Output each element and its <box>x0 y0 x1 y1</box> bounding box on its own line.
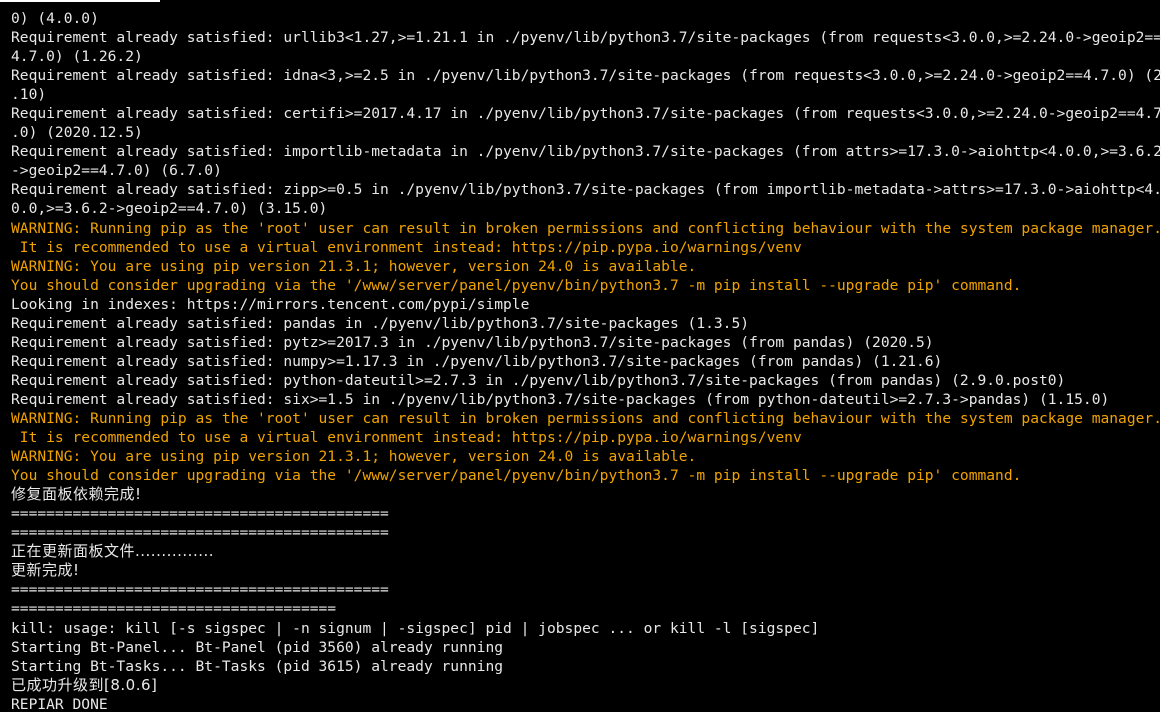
terminal-line: 正在更新面板文件............... <box>11 542 215 561</box>
terminal-line: Requirement already satisfied: six>=1.5 … <box>11 390 1110 408</box>
terminal-line: Requirement already satisfied: certifi>=… <box>11 105 1161 123</box>
terminal-line: Requirement already satisfied: pytz>=201… <box>11 333 934 351</box>
terminal-line: ========================================… <box>11 505 389 523</box>
terminal-line: Starting Bt-Tasks... Bt-Tasks (pid 3615)… <box>11 657 504 675</box>
terminal-warning-line: WARNING: You are using pip version 21.3.… <box>11 448 697 466</box>
terminal-warning-line: WARNING: Running pip as the 'root' user … <box>11 409 1161 427</box>
terminal-output: 0) (4.0.0) Requirement already satisfied:… <box>11 9 1161 712</box>
terminal-line: ===================================== <box>11 600 337 618</box>
terminal-line: 已成功升级到[8.0.6] <box>11 675 158 694</box>
terminal-warning-line: It is recommended to use a virtual envir… <box>11 429 802 447</box>
terminal-line: 修复面板依赖完成! <box>11 485 142 504</box>
terminal-line: ========================================… <box>11 524 389 542</box>
terminal-line: Looking in indexes: https://mirrors.tenc… <box>11 295 530 313</box>
terminal-window[interactable]: 0) (4.0.0) Requirement already satisfied:… <box>0 0 1162 712</box>
terminal-line: .10) <box>11 86 47 104</box>
terminal-line: .0) (2020.12.5) <box>11 124 143 142</box>
terminal-line: Requirement already satisfied: idna<3,>=… <box>11 67 1161 85</box>
terminal-line: Requirement already satisfied: pandas in… <box>11 314 750 332</box>
terminal-line: 更新完成! <box>11 561 80 580</box>
terminal-line: Requirement already satisfied: python-da… <box>11 371 1066 389</box>
terminal-warning-line: You should consider upgrading via the '/… <box>11 276 1022 294</box>
terminal-line: Requirement already satisfied: importlib… <box>11 143 1161 161</box>
terminal-line: Starting Bt-Panel... Bt-Panel (pid 3560)… <box>11 638 504 656</box>
terminal-warning-line: It is recommended to use a virtual envir… <box>11 238 802 256</box>
terminal-line: ->geoip2==4.7.0) (6.7.0) <box>11 162 222 180</box>
terminal-warning-line: You should consider upgrading via the '/… <box>11 467 1022 485</box>
terminal-line: Requirement already satisfied: zipp>=0.5… <box>11 181 1161 199</box>
window-top-edge <box>0 0 160 2</box>
terminal-line: Requirement already satisfied: urllib3<1… <box>11 29 1161 47</box>
terminal-line: REPIAR DONE <box>11 695 108 712</box>
terminal-warning-line: WARNING: You are using pip version 21.3.… <box>11 257 697 275</box>
terminal-line: 0.0,>=3.6.2->geoip2==4.7.0) (3.15.0) <box>11 200 328 218</box>
terminal-line: Requirement already satisfied: numpy>=1.… <box>11 352 943 370</box>
terminal-line: 4.7.0) (1.26.2) <box>11 48 143 66</box>
terminal-warning-line: WARNING: Running pip as the 'root' user … <box>11 219 1161 237</box>
terminal-line: kill: usage: kill [-s sigspec | -n signu… <box>11 619 820 637</box>
terminal-line: ========================================… <box>11 581 389 599</box>
terminal-line: 0) (4.0.0) <box>11 10 99 27</box>
